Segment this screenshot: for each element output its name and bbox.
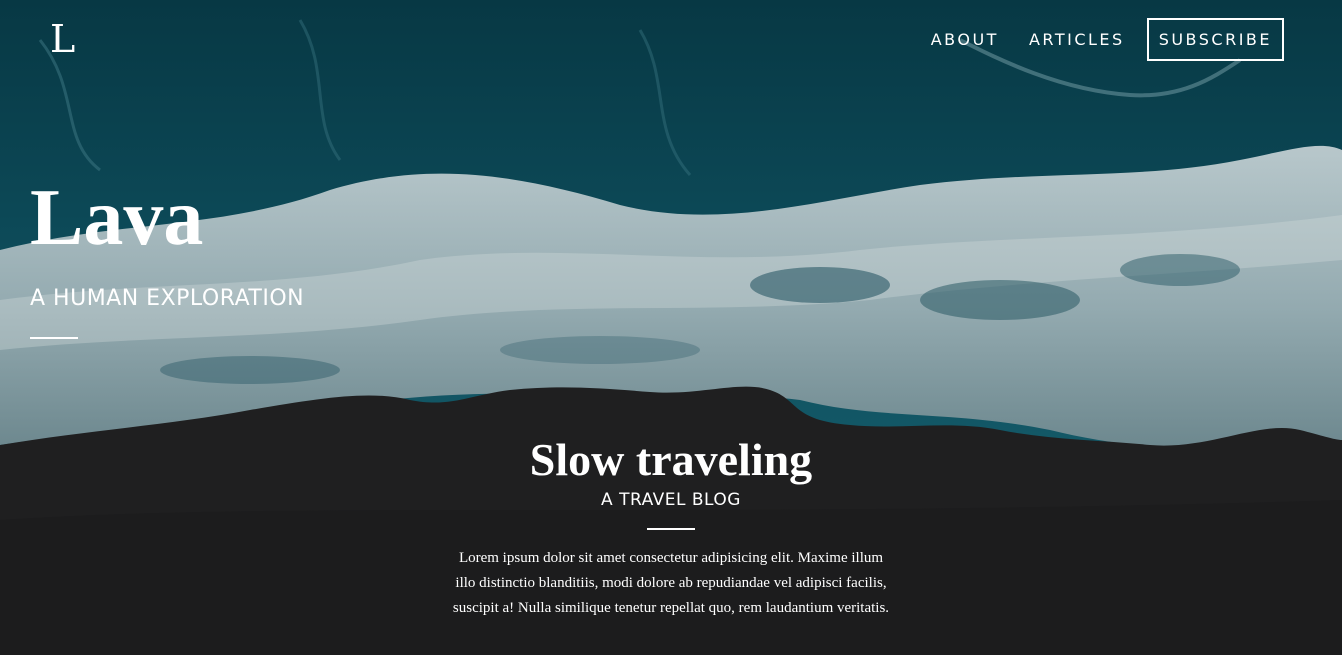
post-body-text: Lorem ipsum dolor sit amet consectetur a… <box>452 550 890 616</box>
post-subtitle: A TRAVEL BLOG <box>601 490 741 510</box>
main-nav: ABOUT ARTICLES SUBSCRIBE <box>931 18 1284 61</box>
post-divider <box>647 528 695 530</box>
site-logo[interactable]: L <box>50 20 75 58</box>
hero-divider <box>30 337 78 339</box>
nav-about-link[interactable]: ABOUT <box>931 30 999 49</box>
hero-subtitle: A HUMAN EXPLORATION <box>30 286 305 311</box>
hero-section: L ABOUT ARTICLES SUBSCRIBE Lava A HUMAN … <box>0 0 1342 655</box>
nav-articles-link[interactable]: ARTICLES <box>1029 30 1125 49</box>
post-intro: Slow traveling A TRAVEL BLOG Lorem ipsum… <box>441 434 901 621</box>
hero-title: Lava <box>30 174 204 262</box>
post-title: Slow traveling <box>529 434 813 485</box>
subscribe-button[interactable]: SUBSCRIBE <box>1146 18 1284 61</box>
